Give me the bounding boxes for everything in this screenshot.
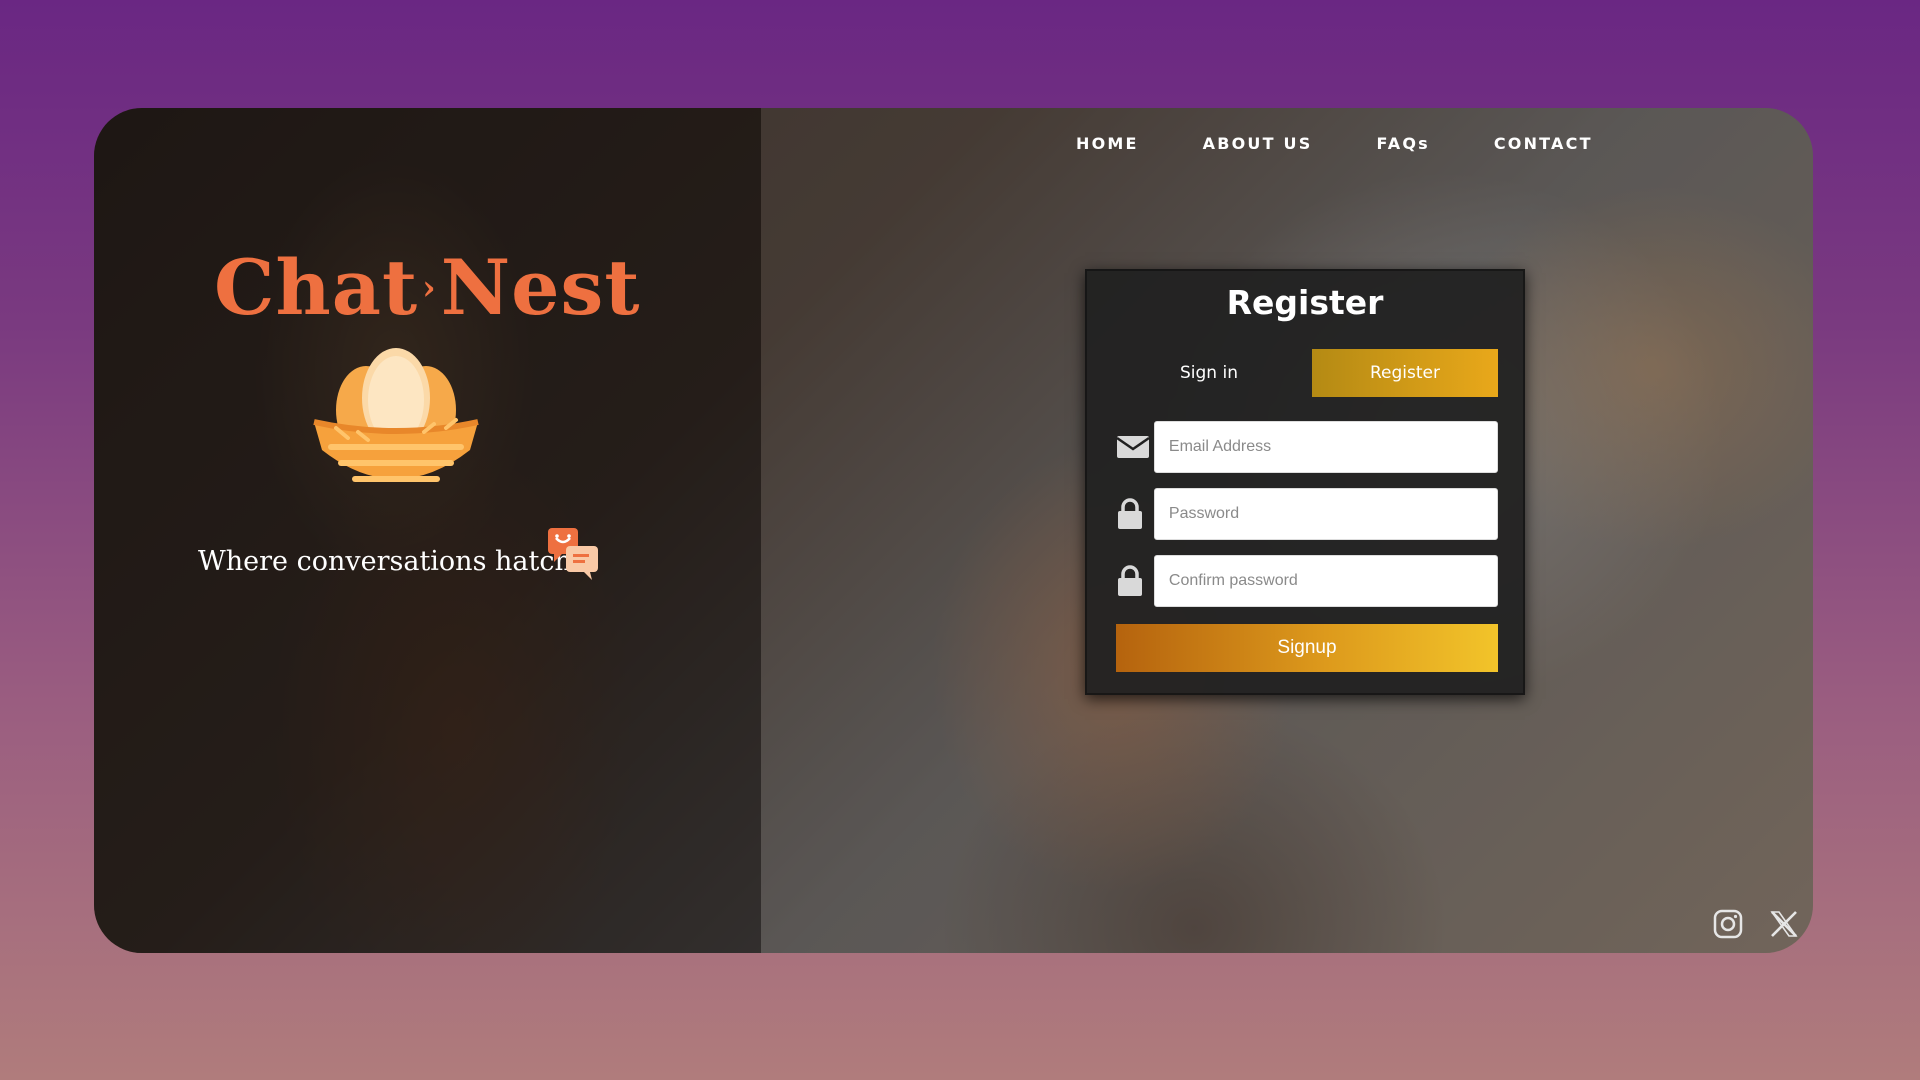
tab-register[interactable]: Register [1312, 349, 1498, 397]
brand-name-part1: Chat [214, 243, 419, 332]
brand-separator: › [422, 268, 437, 308]
nav-about-us[interactable]: ABOUT US [1171, 126, 1345, 161]
envelope-icon [1116, 432, 1154, 462]
chat-bubbles-icon [546, 526, 602, 582]
password-row [1116, 488, 1498, 540]
nav-contact[interactable]: CONTACT [1462, 126, 1625, 161]
register-panel: Register Sign in Register Email Address … [1085, 269, 1525, 695]
nav-home[interactable]: HOME [1044, 126, 1171, 161]
auth-tabs: Sign in Register [1116, 349, 1498, 397]
email-input[interactable] [1153, 421, 1498, 473]
instagram-icon[interactable] [1713, 909, 1743, 939]
x-icon[interactable] [1769, 909, 1799, 939]
left-overlay [94, 108, 761, 953]
brand-name-part2: Nest [440, 243, 641, 332]
confirm-password-input[interactable] [1153, 555, 1498, 607]
confirm-password-row [1116, 555, 1498, 607]
brand-logo: Chat ›Nest [214, 243, 640, 332]
hero-card: HOME ABOUT US FAQs CONTACT Chat ›Nest Whe… [94, 108, 1813, 953]
lock-icon [1116, 565, 1154, 596]
password-input[interactable] [1153, 488, 1498, 540]
signup-button[interactable]: Signup [1116, 624, 1498, 672]
top-nav: HOME ABOUT US FAQs CONTACT [1044, 126, 1625, 161]
social-links [1713, 909, 1799, 939]
nest-icon [306, 340, 486, 500]
tagline: Where conversations hatch. [198, 546, 581, 577]
lock-icon [1116, 498, 1154, 529]
tab-sign-in[interactable]: Sign in [1116, 349, 1302, 397]
register-title: Register [1226, 283, 1384, 322]
nav-faqs[interactable]: FAQs [1344, 126, 1461, 161]
email-row [1116, 421, 1498, 473]
